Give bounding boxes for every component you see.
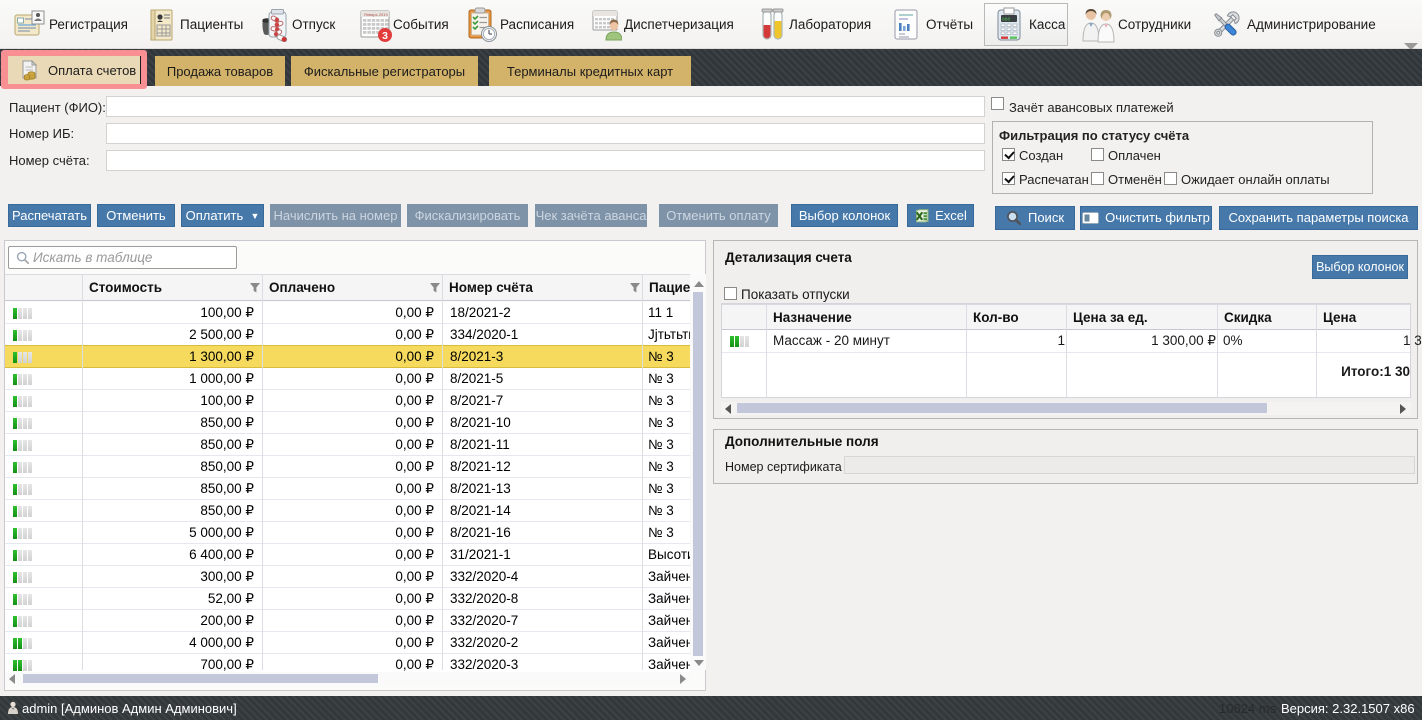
svg-text:3: 3 (382, 30, 388, 42)
svg-text:Январь 2019: Январь 2019 (364, 12, 388, 17)
svg-text:888: 888 (1002, 16, 1010, 22)
